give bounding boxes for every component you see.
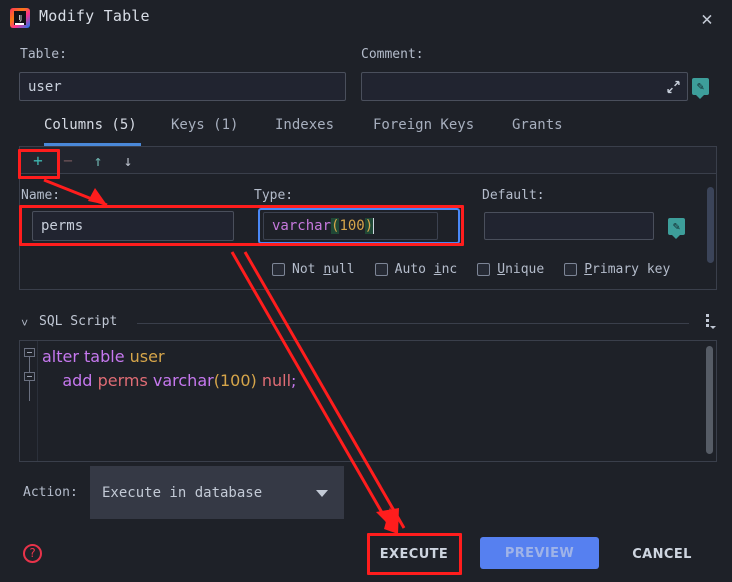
annotation-arrows <box>0 0 732 582</box>
